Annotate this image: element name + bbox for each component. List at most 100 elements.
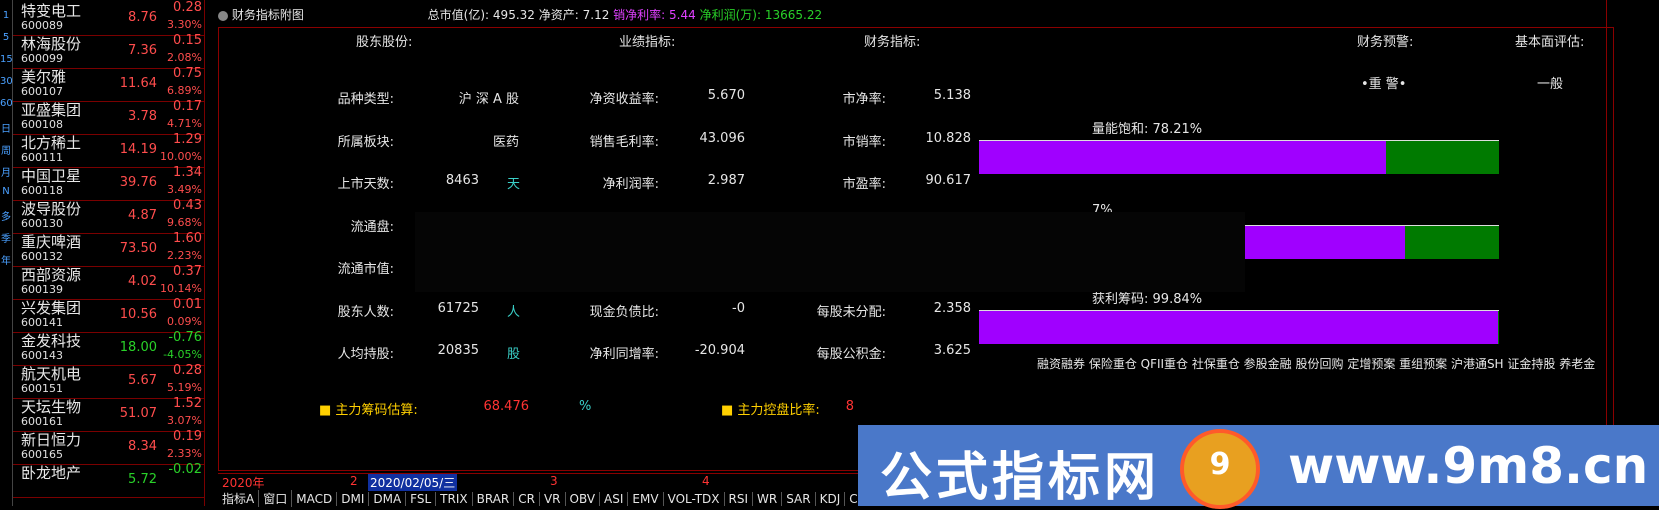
assets-label: 净资产: <box>538 8 579 22</box>
indicator-tab[interactable]: OBV <box>566 492 601 506</box>
metric-label: 净利同增率: <box>589 347 659 362</box>
stock-price: 3.78 <box>128 109 157 124</box>
stock-code: 600132 <box>21 250 63 263</box>
axis-month-4: 4 <box>702 474 710 488</box>
stock-name: 兴发集团 <box>21 299 82 317</box>
ratio-bar <box>979 310 1499 344</box>
stock-row[interactable]: 林海股份 600099 7.36 0.15 2.08% <box>13 33 204 69</box>
stock-change-pct: 9.68% <box>167 216 202 229</box>
logo-icon: 9 <box>1180 429 1260 509</box>
metric-value: 61725 <box>437 301 479 316</box>
period-tab[interactable]: 60 <box>0 98 13 109</box>
indicator-tab[interactable]: 指标A <box>218 490 260 507</box>
stock-code: 600118 <box>21 184 63 197</box>
indicator-tab[interactable]: VOL-TDX <box>664 492 725 506</box>
bar-fill-green <box>1386 141 1499 174</box>
period-tab[interactable]: 年 <box>0 252 12 267</box>
stock-code: 600099 <box>21 52 63 65</box>
metric-unit: 股 <box>507 347 521 362</box>
overlay-mask <box>415 212 1245 292</box>
period-tab[interactable]: N <box>0 186 12 197</box>
indicator-tab[interactable]: 窗口 <box>259 490 293 507</box>
metric-label: 每股未分配: <box>816 305 886 320</box>
stock-change: 0.19 <box>173 429 202 444</box>
section-finance: 财务指标: <box>864 35 921 50</box>
metric-value: 2.987 <box>707 173 745 188</box>
metric-label: 股东人数: <box>337 305 394 320</box>
stock-row[interactable]: 西部资源 600139 4.02 0.37 10.14% <box>13 264 204 300</box>
indicator-tab[interactable]: BRAR <box>473 492 515 506</box>
section-business: 业绩指标: <box>619 35 676 50</box>
period-tab[interactable]: 周 <box>0 142 12 157</box>
stock-change-pct: 3.49% <box>167 183 202 196</box>
npm-value: 5.44 <box>669 8 696 22</box>
stock-row[interactable]: 天坛生物 600161 51.07 1.52 3.07% <box>13 396 204 432</box>
collapse-icon[interactable] <box>218 10 228 21</box>
stock-change-pct: 2.08% <box>167 51 202 64</box>
period-tab[interactable]: 多 <box>0 208 12 223</box>
indicator-tab[interactable]: SAR <box>782 492 816 506</box>
stock-change: 0.43 <box>173 198 202 213</box>
stock-row[interactable]: 中国卫星 600118 39.76 1.34 3.49% <box>13 165 204 201</box>
stock-code: 600141 <box>21 316 63 329</box>
indicator-tab[interactable]: DMI <box>337 492 370 506</box>
indicator-tab[interactable]: TRIX <box>436 492 473 506</box>
stock-row[interactable]: 亚盛集团 600108 3.78 0.17 4.71% <box>13 99 204 135</box>
period-tab[interactable]: 月 <box>0 164 12 179</box>
metric-label: 人均持股: <box>337 347 394 362</box>
stock-row[interactable]: 兴发集团 600141 10.56 0.01 0.09% <box>13 297 204 333</box>
metric-label: 品种类型: <box>337 92 394 107</box>
indicator-tab[interactable]: FSL <box>406 492 437 506</box>
indicator-tab[interactable]: DMA <box>369 492 407 506</box>
stock-row[interactable]: 重庆啤酒 600132 73.50 1.60 2.23% <box>13 231 204 267</box>
warning-value: •重 警• <box>1361 77 1407 92</box>
estimate-value: 68.476 <box>483 399 530 414</box>
stock-price: 39.76 <box>119 175 157 190</box>
metric-value: 5.670 <box>707 88 745 103</box>
metric-value: 90.617 <box>925 173 972 188</box>
metric-label: 所属板块: <box>337 135 394 150</box>
metric-unit: 人 <box>507 305 521 320</box>
period-tab[interactable]: 15 <box>0 54 13 65</box>
period-tab[interactable]: 1 <box>0 10 12 21</box>
stock-row[interactable]: 新日恒力 600165 8.34 0.19 2.33% <box>13 429 204 465</box>
stock-change-pct: 5.19% <box>167 381 202 394</box>
np-label: 净利润(万): <box>699 8 762 22</box>
stock-row[interactable]: 金发科技 600143 18.00 -0.76 -4.05% <box>13 330 204 366</box>
indicator-tab[interactable]: WR <box>753 492 783 506</box>
indicator-tab[interactable]: KDJ <box>816 492 846 506</box>
stock-row[interactable]: 北方稀土 600111 14.19 1.29 10.00% <box>13 132 204 168</box>
indicator-tab[interactable]: ASI <box>600 492 629 506</box>
stock-code: 600108 <box>21 118 63 131</box>
indicator-tab[interactable]: RSI <box>725 492 754 506</box>
indicator-tab[interactable]: EMV <box>628 492 664 506</box>
stock-row[interactable]: 波导股份 600130 4.87 0.43 9.68% <box>13 198 204 234</box>
stock-row[interactable]: 航天机电 600151 5.67 0.28 5.19% <box>13 363 204 399</box>
metric-value: 3.625 <box>933 343 971 358</box>
stock-change: 0.28 <box>173 363 202 378</box>
metric-value: -0 <box>732 301 745 316</box>
period-tab[interactable]: 5 <box>0 32 12 43</box>
stock-change: 0.75 <box>173 66 202 81</box>
stock-change: 1.29 <box>173 132 202 147</box>
indicator-tab[interactable]: CR <box>514 492 540 506</box>
period-tab[interactable]: 季 <box>0 230 12 245</box>
stock-change-pct: 2.23% <box>167 249 202 262</box>
period-tab[interactable]: 30 <box>0 76 13 87</box>
stock-change-pct: 3.30% <box>167 18 202 31</box>
stock-row[interactable]: 美尔雅 600107 11.64 0.75 6.89% <box>13 66 204 102</box>
bar-fill-purple <box>979 141 1386 174</box>
indicator-tab[interactable]: MACD <box>292 492 338 506</box>
stock-row[interactable]: 卧龙地产 5.72 -0.02 <box>13 462 204 498</box>
stock-change: 0.17 <box>173 99 202 114</box>
concept-links[interactable]: 融资融券 保险重仓 QFII重仓 社保重仓 参股金融 股份回购 定增预案 重组预… <box>1037 355 1595 372</box>
stock-change: 1.60 <box>173 231 202 246</box>
axis-month-2: 2 <box>350 474 358 488</box>
stock-name: 北方稀土 <box>21 134 82 152</box>
indicator-tab[interactable]: VR <box>540 492 566 506</box>
stock-row[interactable]: 特变电工 600089 8.76 0.28 3.30% <box>13 0 204 36</box>
stock-code: 600143 <box>21 349 63 362</box>
stock-change: 0.15 <box>173 33 202 48</box>
bar-fill-purple <box>979 311 1498 344</box>
period-tab[interactable]: 日 <box>0 120 12 135</box>
